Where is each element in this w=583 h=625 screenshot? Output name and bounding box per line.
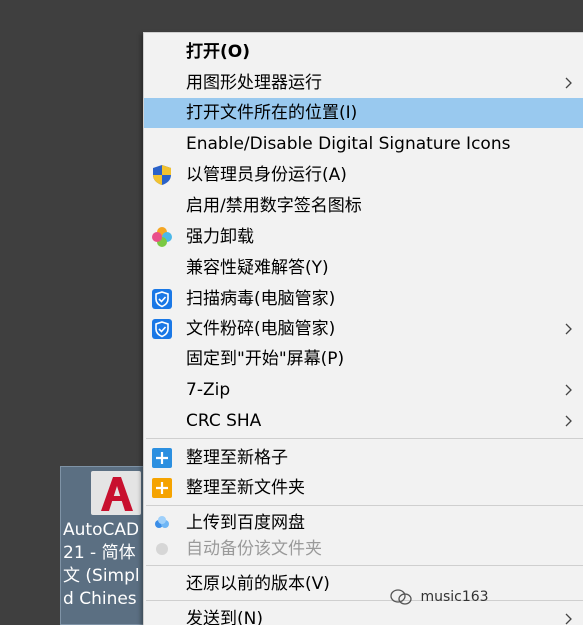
menu-item-label: 兼容性疑难解答(Y) <box>186 258 329 278</box>
menu-item-label: 上传到百度网盘 <box>186 513 305 533</box>
chevron-right-icon <box>565 415 572 427</box>
chevron-right-icon <box>565 613 572 625</box>
menu-item-organize-new-folder[interactable]: 整理至新文件夹 <box>144 473 583 503</box>
tencent-pc-manager-icon <box>152 289 172 309</box>
menu-separator <box>146 600 583 601</box>
menu-item-open-file-location[interactable]: 打开文件所在的位置(I) <box>144 98 583 128</box>
menu-item-label: 打开(O) <box>186 42 250 62</box>
menu-item-label: 发送到(N) <box>186 609 263 625</box>
context-menu: 打开(O) 用图形处理器运行 打开文件所在的位置(I) Enable/Disab… <box>143 32 583 625</box>
menu-item-label: 强力卸载 <box>186 227 254 247</box>
menu-separator <box>146 505 583 506</box>
menu-item-send-to[interactable]: 发送到(N) <box>144 604 583 625</box>
watermark: music163 <box>390 588 489 606</box>
menu-item-organize-new-grid[interactable]: 整理至新格子 <box>144 443 583 473</box>
menu-item-run-with-gpu[interactable]: 用图形处理器运行 <box>144 68 583 98</box>
menu-item-shred-file[interactable]: 文件粉碎(电脑管家) <box>144 314 583 344</box>
uac-shield-icon <box>153 165 171 185</box>
menu-item-toggle-signature-icons[interactable]: 启用/禁用数字签名图标 <box>144 191 583 221</box>
menu-item-7zip[interactable]: 7-Zip <box>144 375 583 405</box>
backup-icon <box>156 543 168 555</box>
menu-item-open[interactable]: 打开(O) <box>144 37 583 67</box>
baidu-netdisk-icon <box>155 516 169 528</box>
menu-item-label: 整理至新文件夹 <box>186 478 305 498</box>
desktop-icon-label-line: 21 - 简体 <box>63 543 136 563</box>
menu-separator <box>146 438 583 439</box>
menu-item-scan-virus[interactable]: 扫描病毒(电脑管家) <box>144 284 583 314</box>
clover-icon <box>152 227 172 247</box>
menu-item-label: 还原以前的版本(V) <box>186 574 330 594</box>
menu-item-label: 整理至新格子 <box>186 448 288 468</box>
menu-item-digital-signature-icons[interactable]: Enable/Disable Digital Signature Icons <box>144 129 583 159</box>
autocad-icon <box>91 471 141 515</box>
menu-item-force-uninstall[interactable]: 强力卸载 <box>144 222 583 252</box>
menu-item-label: 用图形处理器运行 <box>186 73 322 93</box>
menu-item-run-as-admin[interactable]: 以管理员身份运行(A) <box>144 160 583 190</box>
wechat-icon <box>390 589 412 605</box>
menu-item-restore-previous-versions[interactable]: 还原以前的版本(V) <box>144 569 583 599</box>
chevron-right-icon <box>565 77 572 89</box>
desktop-icon-label-line: 文 (Simpl <box>63 566 140 586</box>
tencent-pc-manager-icon <box>152 319 172 339</box>
menu-item-label: Enable/Disable Digital Signature Icons <box>186 134 511 154</box>
add-box-icon <box>152 478 172 498</box>
menu-item-label: 启用/禁用数字签名图标 <box>186 196 362 216</box>
desktop-icon-label: AutoCAD 21 - 简体 文 (Simpl d Chines <box>61 519 151 611</box>
menu-item-auto-backup-folder: 自动备份该文件夹 <box>144 534 583 564</box>
add-box-icon <box>152 448 172 468</box>
menu-item-label: 7-Zip <box>186 380 231 400</box>
chevron-right-icon <box>565 323 572 335</box>
desktop-icon-label-line: d Chines <box>63 589 137 609</box>
watermark-text: music163 <box>420 589 489 605</box>
menu-item-crc-sha[interactable]: CRC SHA <box>144 406 583 436</box>
menu-item-label: 扫描病毒(电脑管家) <box>186 289 336 309</box>
menu-item-label: 自动备份该文件夹 <box>186 539 322 559</box>
chevron-right-icon <box>565 384 572 396</box>
menu-separator <box>146 565 583 566</box>
desktop-icon-label-line: AutoCAD <box>63 520 140 540</box>
menu-item-label: 打开文件所在的位置(I) <box>186 103 358 123</box>
autocad-desktop-icon[interactable]: AutoCAD 21 - 简体 文 (Simpl d Chines <box>60 466 152 625</box>
menu-item-label: CRC SHA <box>186 411 262 431</box>
desktop: AutoCAD 21 - 简体 文 (Simpl d Chines 打开(O) … <box>0 0 583 625</box>
menu-item-troubleshoot-compatibility[interactable]: 兼容性疑难解答(Y) <box>144 253 583 283</box>
menu-item-label: 以管理员身份运行(A) <box>186 165 347 185</box>
menu-item-label: 固定到"开始"屏幕(P) <box>186 349 345 369</box>
menu-item-pin-to-start[interactable]: 固定到"开始"屏幕(P) <box>144 344 583 374</box>
menu-item-label: 文件粉碎(电脑管家) <box>186 319 336 339</box>
